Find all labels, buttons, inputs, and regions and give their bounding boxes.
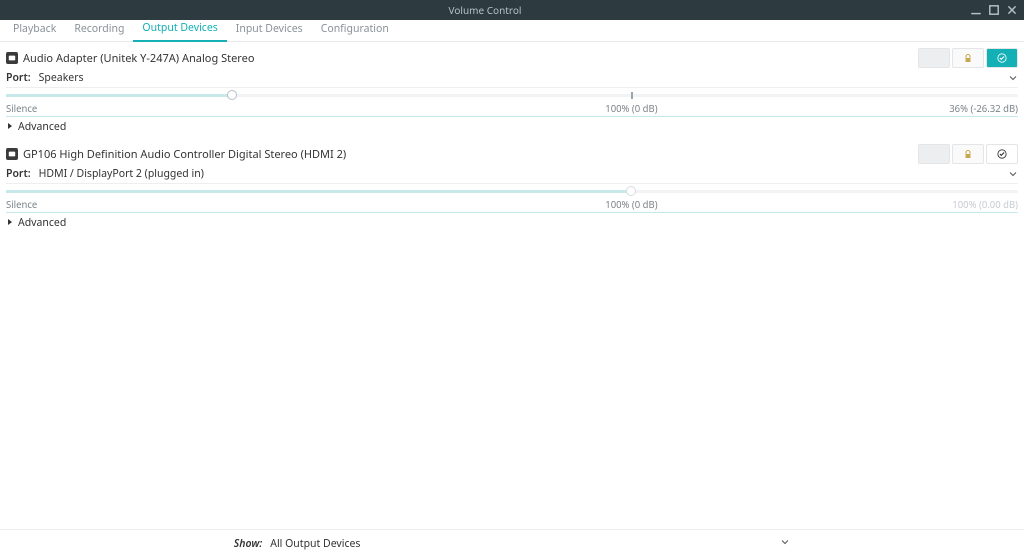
device-action-buttons — [918, 48, 1018, 68]
slider-current-label: 100% (0.00 dB) — [952, 198, 1018, 211]
output-device: Audio Adapter (Unitek Y-247A) Analog Ste… — [0, 42, 1024, 138]
caret-right-icon — [6, 216, 14, 230]
advanced-label: Advanced — [18, 120, 66, 134]
chevron-down-icon — [1008, 73, 1018, 83]
tab-playback[interactable]: Playback — [4, 18, 65, 41]
output-device: GP106 High Definition Audio Controller D… — [0, 138, 1024, 234]
device-action-buttons — [918, 144, 1018, 164]
show-filter-value: All Output Devices — [270, 537, 780, 551]
port-select[interactable]: HDMI / DisplayPort 2 (plugged in) — [39, 166, 1008, 182]
device-name: GP106 High Definition Audio Controller D… — [23, 147, 918, 162]
device-name: Audio Adapter (Unitek Y-247A) Analog Ste… — [23, 51, 918, 66]
slider-silence-label: Silence — [6, 102, 37, 115]
lock-channels-button[interactable] — [952, 144, 984, 164]
chevron-down-icon — [1008, 169, 1018, 179]
tab-configuration[interactable]: Configuration — [312, 18, 398, 41]
tab-input-devices[interactable]: Input Devices — [227, 18, 312, 41]
slider-track — [6, 190, 1018, 193]
tab-recording[interactable]: Recording — [65, 18, 133, 41]
device-header: Audio Adapter (Unitek Y-247A) Analog Ste… — [6, 46, 1018, 70]
advanced-expander[interactable]: Advanced — [6, 116, 1018, 138]
slider-underline — [6, 212, 1018, 213]
set-default-button[interactable] — [986, 144, 1018, 164]
window-maximize-button[interactable] — [988, 4, 1000, 16]
show-filter-select[interactable]: All Output Devices — [270, 537, 790, 551]
device-list: Audio Adapter (Unitek Y-247A) Analog Ste… — [0, 42, 1024, 529]
slider-underline — [6, 116, 1018, 117]
slider-100-label: 100% (0 dB) — [605, 198, 657, 211]
footer-bar: Show: All Output Devices — [0, 529, 1024, 557]
slider-labels: Silence 100% (0 dB) 100% (0.00 dB) — [6, 198, 1018, 210]
audio-card-icon — [6, 148, 18, 160]
mute-button[interactable] — [918, 144, 950, 164]
slider-current-label: 36% (-26.32 dB) — [949, 102, 1018, 115]
slider-thumb[interactable] — [626, 186, 636, 196]
chevron-down-icon — [780, 537, 790, 551]
tab-bar: Playback Recording Output Devices Input … — [0, 20, 1024, 42]
slider-labels: Silence 100% (0 dB) 36% (-26.32 dB) — [6, 102, 1018, 114]
port-selector-row: Port: Speakers — [6, 70, 1018, 88]
advanced-expander[interactable]: Advanced — [6, 212, 1018, 234]
window-buttons — [970, 4, 1024, 16]
port-selector-row: Port: HDMI / DisplayPort 2 (plugged in) — [6, 166, 1018, 184]
slider-silence-label: Silence — [6, 198, 37, 211]
lock-channels-button[interactable] — [952, 48, 984, 68]
set-default-button[interactable] — [986, 48, 1018, 68]
advanced-label: Advanced — [18, 216, 66, 230]
device-header: GP106 High Definition Audio Controller D… — [6, 142, 1018, 166]
volume-slider[interactable]: Silence 100% (0 dB) 100% (0.00 dB) — [6, 186, 1018, 212]
port-label: Port: — [6, 71, 31, 85]
port-select[interactable]: Speakers — [39, 70, 1008, 86]
window-title: Volume Control — [0, 3, 970, 17]
slider-track — [6, 94, 1018, 97]
port-label: Port: — [6, 167, 31, 181]
caret-right-icon — [6, 120, 14, 134]
show-label: Show: — [234, 537, 262, 551]
mute-button[interactable] — [918, 48, 950, 68]
volume-slider[interactable]: Silence 100% (0 dB) 36% (-26.32 dB) — [6, 90, 1018, 116]
tab-output-devices[interactable]: Output Devices — [133, 17, 226, 42]
slider-100-label: 100% (0 dB) — [605, 102, 657, 115]
window-minimize-button[interactable] — [970, 4, 982, 16]
slider-100-tick — [631, 92, 633, 99]
slider-thumb[interactable] — [227, 90, 237, 100]
window-close-button[interactable] — [1006, 4, 1018, 16]
audio-card-icon — [6, 52, 18, 64]
